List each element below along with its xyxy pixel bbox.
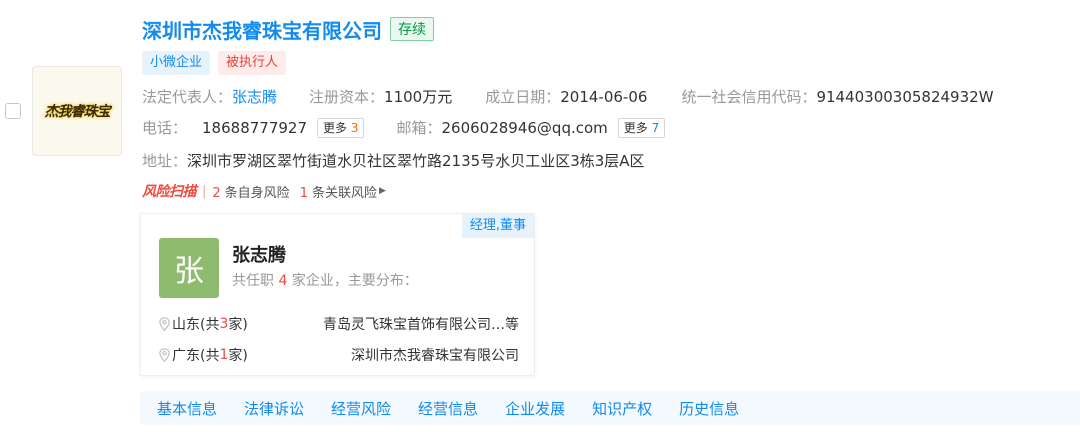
company-title[interactable]: 深圳市杰我睿珠宝有限公司 [142, 15, 382, 44]
distribution-row: 广东 (共 1 家) 深圳市杰我睿珠宝有限公司 [159, 345, 519, 365]
email-more-count: 7 [651, 120, 660, 135]
email-more-label: 更多 [623, 120, 648, 135]
related-risk-link[interactable]: 1 条关联风险 [300, 182, 377, 201]
risk-separator: | [202, 183, 207, 199]
info-row-contact: 电话： 18688777927 更多 3 邮箱： 2606028946@qq.c… [142, 117, 666, 138]
email-value: 2606028946@qq.com [441, 118, 608, 137]
person-name[interactable]: 张志腾 [232, 241, 286, 267]
credit-code-label: 统一社会信用代码： [681, 88, 817, 106]
company-logo: 杰我睿珠宝 [32, 66, 122, 156]
location-pin-icon [159, 317, 170, 331]
tab-legal-litigation[interactable]: 法律诉讼 [244, 398, 304, 419]
person-desc-prefix: 共任职 [232, 273, 274, 289]
phone-more-label: 更多 [323, 120, 348, 135]
location-pin-icon [159, 348, 170, 362]
distribution-company-link[interactable]: 深圳市杰我睿珠宝有限公司 [351, 345, 519, 365]
distribution-region: 山东 (共 3 家) [159, 314, 248, 334]
person-role-tag: 经理,董事 [461, 214, 534, 238]
capital-label: 注册资本： [309, 88, 385, 106]
address-label: 地址： [142, 152, 188, 170]
address-value: 深圳市罗湖区翠竹街道水贝社区翠竹路2135号水贝工业区3栋3层A区 [187, 152, 645, 170]
tab-basic-info[interactable]: 基本信息 [157, 398, 217, 419]
caret-right-icon[interactable]: ▶ [379, 186, 386, 196]
credit-code-value: 91440300305824932W [816, 87, 994, 106]
avatar[interactable]: 张 [159, 238, 219, 298]
capital-value: 1100万元 [384, 88, 453, 106]
email-more-button[interactable]: 更多 7 [617, 117, 666, 138]
region-name: 山东 [172, 317, 200, 333]
company-logo-text: 杰我睿珠宝 [44, 104, 111, 120]
legal-rep-label: 法定代表人： [142, 88, 233, 106]
region-count: 1 [219, 347, 229, 363]
self-risk-count: 2 [212, 185, 221, 201]
region-name: 广东 [172, 348, 200, 364]
person-card: 经理,董事 张 张志腾 共任职 4 家企业，主要分布： 山东 (共 3 家) 青岛灵飞… [140, 213, 535, 376]
tab-history-info[interactable]: 历史信息 [679, 398, 739, 419]
status-badge: 存续 [390, 17, 434, 41]
title-row: 深圳市杰我睿珠宝有限公司 存续 [142, 15, 434, 43]
distribution-company-link[interactable]: 青岛灵飞珠宝首饰有限公司…等 [323, 314, 519, 334]
tab-intellectual-property[interactable]: 知识产权 [592, 398, 652, 419]
region-count: 3 [219, 316, 229, 332]
related-risk-count: 1 [299, 185, 308, 201]
tag-small-micro: 小微企业 [142, 51, 211, 75]
info-row-basic: 法定代表人： 张志腾 注册资本： 1100万元 成立日期： 2014-06-06… [142, 86, 994, 107]
risk-scan: 风险扫描 | 2 条自身风险 1 条关联风险 ▶ [142, 181, 386, 201]
legal-rep-link[interactable]: 张志腾 [232, 86, 277, 107]
person-desc-suffix: 家企业，主要分布： [291, 273, 418, 289]
distribution-region: 广东 (共 1 家) [159, 345, 248, 365]
risk-scan-logo: 风险扫描 [142, 184, 197, 200]
phone-more-count: 3 [350, 120, 359, 135]
phone-more-button[interactable]: 更多 3 [317, 117, 365, 138]
phone-value: 18688777927 [202, 118, 307, 137]
company-tags: 小微企业 被执行人 [142, 51, 287, 75]
founded-label: 成立日期： [485, 88, 561, 106]
self-risk-label: 条自身风险 [224, 185, 290, 201]
related-risk-label: 条关联风险 [311, 185, 377, 201]
self-risk-link[interactable]: 2 条自身风险 [212, 182, 289, 201]
person-desc: 共任职 4 家企业，主要分布： [232, 270, 418, 290]
email-label: 邮箱： [396, 119, 442, 137]
person-desc-count: 4 [278, 273, 288, 289]
detail-tabs: 基本信息 法律诉讼 经营风险 经营信息 企业发展 知识产权 历史信息 [140, 391, 1080, 425]
phone-label: 电话： [142, 119, 188, 137]
tab-company-development[interactable]: 企业发展 [505, 398, 565, 419]
select-checkbox[interactable] [5, 103, 21, 119]
distribution-row: 山东 (共 3 家) 青岛灵飞珠宝首饰有限公司…等 [159, 314, 519, 334]
info-row-address: 地址： 深圳市罗湖区翠竹街道水贝社区翠竹路2135号水贝工业区3栋3层A区 [142, 150, 645, 171]
founded-value: 2014-06-06 [560, 87, 648, 106]
tag-executed-person[interactable]: 被执行人 [218, 51, 287, 75]
tab-business-info[interactable]: 经营信息 [418, 398, 478, 419]
tab-business-risk[interactable]: 经营风险 [331, 398, 391, 419]
